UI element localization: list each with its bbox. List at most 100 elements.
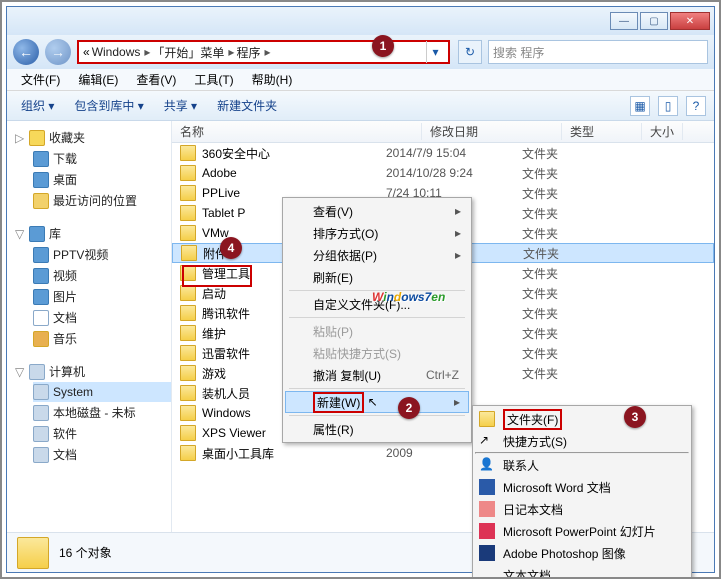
navigation-pane: ▷收藏夹 下载 桌面 最近访问的位置 ▽库 PPTV视频 视频 图片 文档 音乐… — [7, 121, 172, 532]
forward-button[interactable]: → — [45, 39, 71, 65]
folder-icon — [180, 425, 196, 441]
music-icon — [33, 331, 49, 347]
badge-4: 4 — [220, 237, 242, 259]
ctx-properties[interactable]: 属性(R) — [285, 418, 469, 440]
folder-icon — [180, 285, 196, 301]
nav-pptv[interactable]: PPTV视频 — [33, 244, 171, 265]
newfolder-button[interactable]: 新建文件夹 — [211, 95, 283, 116]
ctx-customize[interactable]: 自定义文件夹(F)... — [285, 293, 469, 315]
nav-system[interactable]: System — [33, 382, 171, 402]
ctx-refresh[interactable]: 刷新(E) — [285, 266, 469, 288]
ctx-undo[interactable]: 撤消 复制(U)Ctrl+Z — [285, 364, 469, 386]
sub-ppt[interactable]: Microsoft PowerPoint 幻灯片 — [475, 520, 689, 542]
folder-icon — [180, 225, 196, 241]
folder-icon — [180, 145, 196, 161]
sub-shortcut[interactable]: ↗快捷方式(S) — [475, 430, 689, 452]
menu-edit[interactable]: 编辑(E) — [70, 69, 126, 90]
breadcrumb-startmenu[interactable]: 「开始」菜单▸ — [152, 44, 234, 61]
address-dropdown-icon[interactable]: ▾ — [426, 41, 444, 63]
powerpoint-icon — [479, 523, 495, 539]
new-submenu: 文件夹(F) ↗快捷方式(S) 👤联系人 Microsoft Word 文档 日… — [472, 405, 692, 579]
back-button[interactable]: ← — [13, 39, 39, 65]
sub-psd[interactable]: Adobe Photoshop 图像 — [475, 542, 689, 564]
contact-icon: 👤 — [479, 457, 495, 473]
drive-icon — [33, 447, 49, 463]
nav-soft[interactable]: 软件 — [33, 423, 171, 444]
organize-button[interactable]: 组织 ▾ — [15, 95, 60, 116]
nav-pictures[interactable]: 图片 — [33, 286, 171, 307]
column-headers[interactable]: 名称 修改日期 类型 大小 — [172, 121, 714, 143]
breadcrumb-programs[interactable]: 程序▸ — [236, 44, 270, 61]
preview-pane-button[interactable]: ▯ — [658, 96, 678, 116]
computer-icon — [29, 364, 45, 380]
nav-desktop[interactable]: 桌面 — [33, 169, 171, 190]
sub-journal[interactable]: 日记本文档 — [475, 498, 689, 520]
share-button[interactable]: 共享 ▾ — [158, 95, 203, 116]
help-button[interactable]: ? — [686, 96, 706, 116]
close-button[interactable]: ✕ — [670, 12, 710, 30]
search-input[interactable]: 搜索 程序 — [488, 40, 708, 64]
folder-icon — [180, 325, 196, 341]
menu-view[interactable]: 查看(V) — [128, 69, 184, 90]
nav-recent[interactable]: 最近访问的位置 — [33, 190, 171, 211]
col-size: 大小 — [642, 123, 683, 140]
video-icon — [33, 268, 49, 284]
text-icon — [479, 567, 495, 579]
menu-help[interactable]: 帮助(H) — [244, 69, 301, 90]
folder-icon — [180, 185, 196, 201]
status-count: 16 个对象 — [59, 544, 112, 561]
context-menu: 查看(V) 排序方式(O) 分组依据(P) 刷新(E) 自定义文件夹(F)...… — [282, 197, 472, 443]
recent-icon — [33, 193, 49, 209]
list-item[interactable]: Adobe2014/10/28 9:24文件夹 — [172, 163, 714, 183]
menu-file[interactable]: 文件(F) — [13, 69, 68, 90]
breadcrumb-prefix: « — [83, 45, 90, 59]
maximize-button[interactable]: ▢ — [640, 12, 668, 30]
folder-icon — [181, 245, 197, 261]
refresh-button[interactable]: ↻ — [458, 40, 482, 64]
shortcut-icon: ↗ — [479, 433, 495, 449]
video-icon — [33, 247, 49, 263]
folder-icon — [180, 345, 196, 361]
sub-contact[interactable]: 👤联系人 — [475, 454, 689, 476]
folder-icon — [180, 385, 196, 401]
sub-txt[interactable]: 文本文档 — [475, 564, 689, 579]
nav-libraries[interactable]: ▽库 — [15, 225, 171, 242]
nav-local[interactable]: 本地磁盘 - 未标 — [33, 402, 171, 423]
nav-computer[interactable]: ▽计算机 — [15, 363, 171, 380]
breadcrumb-windows[interactable]: Windows▸ — [92, 45, 151, 59]
menu-tools[interactable]: 工具(T) — [186, 69, 241, 90]
folder-icon — [180, 365, 196, 381]
view-options-button[interactable]: ▦ — [630, 96, 650, 116]
word-icon — [479, 479, 495, 495]
sub-folder[interactable]: 文件夹(F) — [475, 408, 689, 430]
nav-docdrive[interactable]: 文档 — [33, 444, 171, 465]
titlebar: — ▢ ✕ — [7, 7, 714, 35]
nav-videos[interactable]: 视频 — [33, 265, 171, 286]
nav-music[interactable]: 音乐 — [33, 328, 171, 349]
folder-icon — [180, 265, 196, 281]
include-button[interactable]: 包含到库中 ▾ — [68, 95, 149, 116]
ctx-view[interactable]: 查看(V) — [285, 200, 469, 222]
ctx-paste: 粘贴(P) — [285, 320, 469, 342]
download-icon — [33, 151, 49, 167]
ctx-paste-shortcut: 粘贴快捷方式(S) — [285, 342, 469, 364]
nav-docs[interactable]: 文档 — [33, 307, 171, 328]
search-placeholder: 搜索 程序 — [493, 44, 544, 61]
desktop-icon — [33, 172, 49, 188]
address-bar[interactable]: « Windows▸ 「开始」菜单▸ 程序▸ ▾ — [77, 40, 450, 64]
nav-favorites[interactable]: ▷收藏夹 — [15, 129, 171, 146]
ctx-sort[interactable]: 排序方式(O) — [285, 222, 469, 244]
badge-1: 1 — [372, 35, 394, 57]
nav-downloads[interactable]: 下载 — [33, 148, 171, 169]
list-item[interactable]: 360安全中心2014/7/9 15:04文件夹 — [172, 143, 714, 163]
ctx-group[interactable]: 分组依据(P) — [285, 244, 469, 266]
ctx-new[interactable]: 新建(W) ↖ — [285, 391, 469, 413]
badge-3: 3 — [624, 406, 646, 428]
drive-icon — [33, 405, 49, 421]
folder-icon — [17, 537, 49, 569]
star-icon — [29, 130, 45, 146]
minimize-button[interactable]: — — [610, 12, 638, 30]
picture-icon — [33, 289, 49, 305]
sub-word[interactable]: Microsoft Word 文档 — [475, 476, 689, 498]
col-date: 修改日期 — [422, 123, 562, 140]
